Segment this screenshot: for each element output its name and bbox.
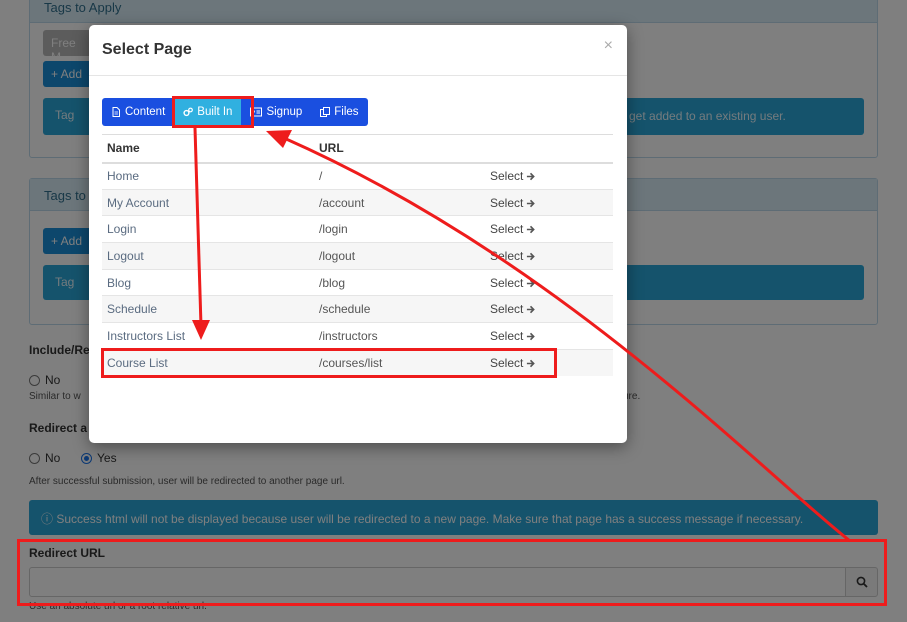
arrow-down-to-course-list xyxy=(192,127,210,340)
annotation-arrows xyxy=(192,127,851,543)
arrow-from-redirect-url xyxy=(266,130,851,543)
